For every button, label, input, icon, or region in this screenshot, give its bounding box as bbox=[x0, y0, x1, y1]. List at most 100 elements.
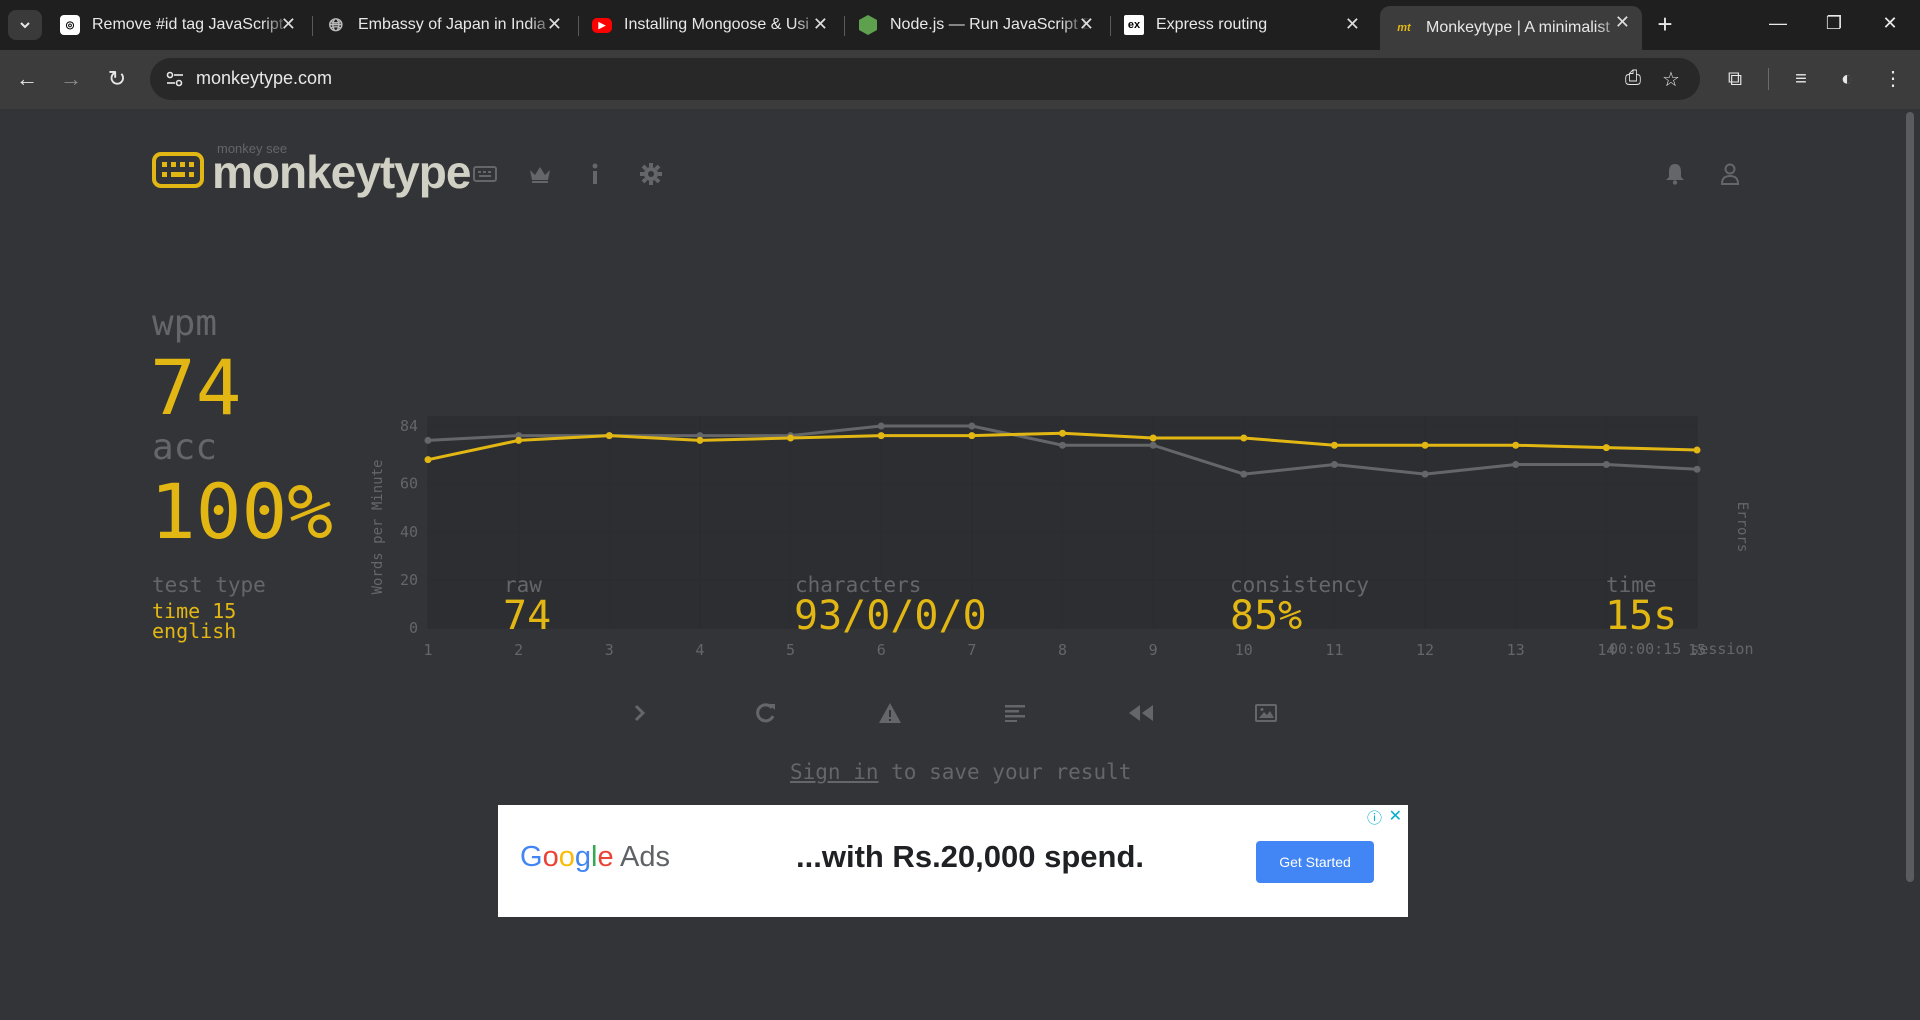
chart-x-tick-label: 4 bbox=[695, 641, 704, 659]
chart-x-tick-label: 11 bbox=[1325, 641, 1343, 659]
chevron-down-icon bbox=[20, 22, 30, 29]
browser-menu-icon[interactable]: ⋮ bbox=[1878, 64, 1908, 94]
chart-y-tick-label: 40 bbox=[400, 523, 418, 541]
brand-letter: o bbox=[542, 841, 559, 873]
chart-x-tick-label: 3 bbox=[605, 641, 614, 659]
close-tab-icon[interactable]: ✕ bbox=[1345, 14, 1360, 35]
install-app-icon[interactable]: ⎙ bbox=[1620, 67, 1646, 91]
test-type-language[interactable]: english bbox=[152, 621, 236, 641]
chart-point-wpm bbox=[968, 432, 976, 440]
ad-headline: ...with Rs.20,000 spend. bbox=[796, 839, 1145, 874]
tab-remove-id-tag[interactable]: ◎ Remove #id tag JavaScript ✕ bbox=[46, 8, 308, 42]
replay-backward-icon[interactable] bbox=[1126, 698, 1156, 728]
restart-test-icon[interactable] bbox=[750, 698, 780, 728]
chart-point-wpm bbox=[605, 432, 613, 440]
chart-point-wpm bbox=[877, 432, 885, 440]
keyboard-logo-icon bbox=[152, 152, 204, 188]
chart-x-tick-label: 8 bbox=[1058, 641, 1067, 659]
chart-x-tick-label: 2 bbox=[514, 641, 523, 659]
media-controls-icon[interactable]: ≡ bbox=[1786, 64, 1816, 94]
restore-icon[interactable]: ❐ bbox=[1814, 8, 1854, 38]
close-tab-icon[interactable]: ✕ bbox=[1079, 14, 1094, 35]
get-started-button[interactable]: Get Started bbox=[1256, 841, 1374, 883]
chart-point-raw bbox=[1149, 441, 1157, 449]
chart-point-wpm bbox=[1693, 446, 1701, 454]
missed-words-warning-icon[interactable] bbox=[875, 698, 905, 728]
chart-y-tick-label: 20 bbox=[400, 571, 418, 589]
chart-point-raw bbox=[1240, 470, 1248, 478]
google-ad-banner[interactable]: Google Ads ...with Rs.20,000 spend. Get … bbox=[498, 805, 1408, 917]
notifications-bell-icon[interactable] bbox=[1662, 161, 1688, 187]
chart-y-axis-label: Words per Minute bbox=[370, 460, 386, 595]
extensions-icon[interactable]: ⧉ bbox=[1720, 64, 1750, 94]
tab-search-button[interactable] bbox=[8, 10, 42, 40]
characters-value: 93/0/0/0 bbox=[794, 593, 987, 639]
forward-arrow-icon[interactable]: → bbox=[56, 64, 86, 94]
ad-info-icon[interactable]: ⓘ bbox=[1367, 807, 1382, 828]
account-user-icon[interactable] bbox=[1717, 161, 1743, 187]
chart-point-raw bbox=[1059, 441, 1066, 449]
keyboard-icon[interactable] bbox=[472, 161, 498, 187]
test-type-mode[interactable]: time 15 bbox=[152, 601, 236, 621]
tab-express-routing[interactable]: ex Express routing ✕ bbox=[1110, 8, 1372, 42]
chart-point-wpm bbox=[1059, 429, 1066, 437]
chart-point-raw bbox=[424, 436, 432, 444]
chart-x-tick-label: 9 bbox=[1149, 641, 1158, 659]
youtube-icon: ▶ bbox=[592, 17, 612, 33]
chart-point-wpm bbox=[1240, 434, 1248, 442]
tab-installing-mongoose[interactable]: ▶ Installing Mongoose & Usi ✕ bbox=[578, 8, 840, 42]
signin-link[interactable]: Sign in bbox=[790, 760, 879, 784]
chart-point-wpm bbox=[696, 436, 704, 444]
express-icon: ex bbox=[1124, 15, 1144, 35]
toolbar-divider bbox=[1768, 68, 1769, 90]
globe-icon: 🌐︎ bbox=[328, 14, 344, 35]
reload-icon[interactable]: ↻ bbox=[102, 64, 132, 94]
bookmark-star-icon[interactable]: ☆ bbox=[1658, 67, 1684, 91]
minimize-icon[interactable]: — bbox=[1758, 8, 1798, 38]
settings-gear-icon[interactable] bbox=[638, 161, 664, 187]
chart-point-raw bbox=[1421, 470, 1429, 478]
close-tab-icon[interactable]: ✕ bbox=[281, 14, 296, 35]
chart-point-raw bbox=[968, 422, 976, 430]
tab-strip: ◎ Remove #id tag JavaScript ✕ 🌐︎ Embassy… bbox=[0, 0, 1920, 50]
wpm-value: 74 bbox=[150, 343, 242, 432]
tab-nodejs[interactable]: Node.js — Run JavaScript E ✕ bbox=[844, 8, 1106, 42]
ad-close-icon[interactable]: ✕ bbox=[1389, 806, 1402, 826]
next-test-icon[interactable] bbox=[625, 698, 655, 728]
screenshot-image-icon[interactable] bbox=[1251, 698, 1281, 728]
close-tab-icon[interactable]: ✕ bbox=[1615, 12, 1630, 33]
session-time-note: 00:00:15 session bbox=[1609, 640, 1754, 658]
page-scrollbar[interactable] bbox=[1906, 112, 1914, 882]
word-history-icon[interactable] bbox=[1000, 698, 1030, 728]
chart-y-tick-label: 60 bbox=[400, 475, 418, 493]
acc-label: acc bbox=[152, 427, 218, 468]
close-tab-icon[interactable]: ✕ bbox=[813, 14, 828, 35]
signin-prompt: Sign in to save your result bbox=[790, 760, 1131, 784]
about-info-icon[interactable] bbox=[582, 161, 608, 187]
tab-title: Express routing bbox=[1156, 16, 1268, 33]
chart-point-raw bbox=[1512, 460, 1520, 468]
nodejs-icon bbox=[858, 15, 878, 35]
close-window-icon[interactable]: ✕ bbox=[1870, 8, 1910, 38]
profile-avatar-icon[interactable]: ◐ bbox=[1832, 64, 1862, 94]
url-text[interactable]: monkeytype.com bbox=[196, 68, 332, 89]
close-tab-icon[interactable]: ✕ bbox=[547, 14, 562, 35]
leaderboard-crown-icon[interactable] bbox=[527, 161, 553, 187]
chart-point-wpm bbox=[1330, 441, 1338, 449]
raw-value: 74 bbox=[503, 593, 552, 639]
monkeytype-page: monkey see monkeytype wpm 74 acc 100% 12… bbox=[0, 109, 1920, 1020]
chart-point-raw bbox=[877, 422, 885, 430]
address-bar[interactable]: monkeytype.com ⎙ ☆ bbox=[150, 58, 1700, 100]
site-info-icon[interactable] bbox=[162, 67, 188, 91]
monkeytype-icon: mt bbox=[1397, 22, 1411, 34]
chatgpt-icon: ◎ bbox=[60, 15, 80, 35]
back-arrow-icon[interactable]: ← bbox=[12, 64, 42, 94]
tab-embassy-japan[interactable]: 🌐︎ Embassy of Japan in India ✕ bbox=[312, 8, 574, 42]
brand-ads-word: Ads bbox=[613, 841, 671, 873]
new-tab-button[interactable]: + bbox=[1650, 10, 1680, 40]
brand-letter: g bbox=[574, 841, 591, 873]
tab-monkeytype[interactable]: mt Monkeytype | A minimalist ✕ bbox=[1380, 6, 1642, 50]
tab-title: Embassy of Japan in India bbox=[358, 16, 546, 33]
signin-rest-text: to save your result bbox=[878, 760, 1132, 784]
test-type-label: test type bbox=[152, 573, 266, 597]
